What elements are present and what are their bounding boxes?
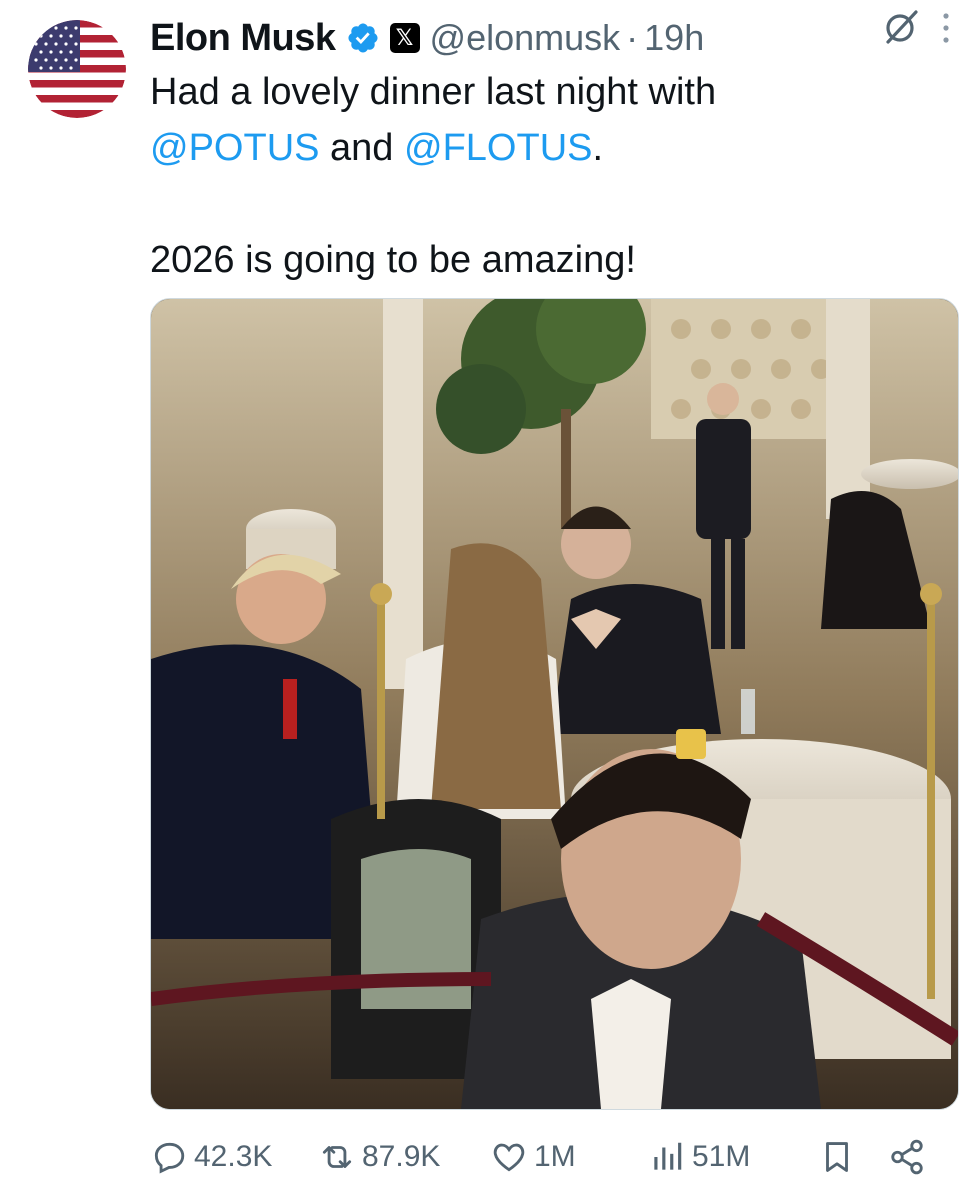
mention-potus[interactable]: @POTUS — [150, 127, 319, 169]
views-button[interactable]: 51M — [648, 1138, 750, 1176]
reply-count: 42.3K — [194, 1140, 273, 1173]
timestamp[interactable]: 19h — [644, 17, 704, 59]
reply-button[interactable]: 42.3K — [150, 1138, 272, 1176]
more-options-icon[interactable] — [934, 8, 958, 48]
heart-icon — [493, 1143, 525, 1172]
author-name[interactable]: Elon Musk — [150, 17, 336, 60]
separator: · — [626, 17, 639, 58]
author-handle[interactable]: @elonmusk — [430, 17, 621, 59]
tweet-line-1: Had a lovely dinner last night with — [150, 71, 717, 113]
views-bar-icon — [654, 1142, 682, 1170]
avatar[interactable] — [28, 20, 126, 118]
and-text: and — [319, 127, 405, 169]
grok-icon[interactable] — [882, 8, 920, 46]
repost-count: 87.9K — [362, 1140, 441, 1173]
tweet-photo[interactable] — [150, 298, 959, 1110]
action-bar: 42.3K 87.9K 1M 51M — [150, 1130, 940, 1186]
like-button[interactable]: 1M — [490, 1138, 576, 1176]
dinner-photo — [151, 299, 958, 1109]
tweet-text: Had a lovely dinner last night with @POT… — [150, 64, 940, 288]
bookmark-icon — [826, 1142, 848, 1172]
period-text: . — [592, 127, 604, 169]
share-icon — [891, 1139, 923, 1175]
reply-icon — [154, 1142, 185, 1174]
repost-icon — [322, 1146, 352, 1168]
mention-flotus[interactable]: @FLOTUS — [404, 127, 592, 169]
tweet-line-3: 2026 is going to be amazing! — [150, 239, 636, 281]
view-count: 51M — [692, 1140, 751, 1173]
verified-badge-icon[interactable] — [346, 21, 380, 55]
tweet-header: Elon Musk 𝕏 @elonmusk · 19h — [150, 12, 950, 64]
like-count: 1M — [534, 1140, 576, 1173]
tweet-line-2: @POTUS and @FLOTUS. — [150, 120, 940, 176]
share-button[interactable] — [888, 1138, 932, 1176]
x-logo-icon: 𝕏 — [389, 23, 420, 53]
repost-button[interactable]: 87.9K — [318, 1138, 440, 1176]
us-flag-avatar — [28, 20, 126, 118]
bookmark-button[interactable] — [818, 1138, 862, 1176]
